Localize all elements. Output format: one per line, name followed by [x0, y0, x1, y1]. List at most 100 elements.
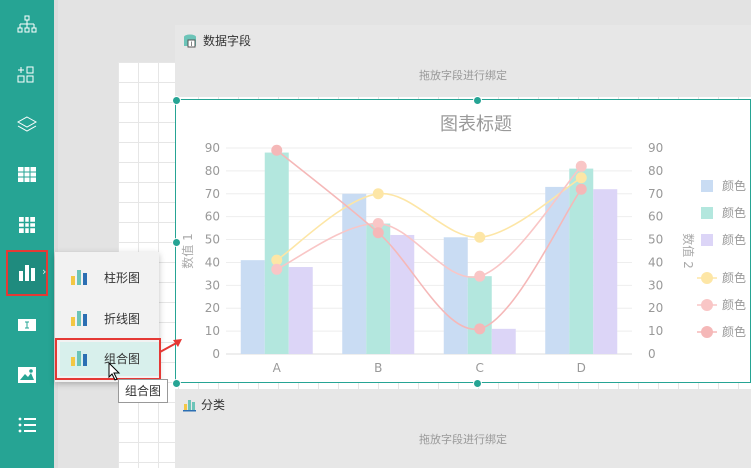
- legend-marker: [701, 326, 713, 338]
- line-point: [575, 160, 587, 172]
- combo-chart: 图表标题 0 0 10 10 20 20 30 30 40 40 50 50 60 60 70 70 80 80 90…: [180, 114, 746, 375]
- category-zone-title: 分类: [201, 398, 226, 412]
- column-chart-icon: [71, 270, 87, 285]
- bar: [342, 193, 367, 354]
- line-point: [575, 172, 587, 184]
- chart-container[interactable]: 图表标题 0 0 10 10 20 20 30 30 40 40 50 50 60 60 70 70 80 80 90…: [175, 99, 751, 383]
- sidebar-item-text-box[interactable]: [0, 300, 54, 350]
- x-tick-label: B: [374, 361, 382, 375]
- line-point: [271, 144, 283, 156]
- menu-label-column: 柱形图: [104, 270, 141, 285]
- legend-label: 颜色: [722, 178, 746, 193]
- y2-axis-label: 数值 2: [681, 233, 696, 268]
- line-point: [474, 323, 486, 335]
- y-tick-label: 70: [205, 187, 220, 201]
- legend-label: 颜色: [722, 324, 746, 339]
- legend-marker: [701, 299, 713, 311]
- grid-add-icon: [17, 66, 34, 83]
- legend-swatch: [701, 180, 713, 192]
- y2-tick-label: 90: [648, 141, 663, 155]
- line-chart-icon: [71, 311, 87, 326]
- y-tick-label: 10: [205, 324, 220, 338]
- submenu-arrow-icon: ›: [42, 265, 47, 278]
- list-icon: [18, 417, 36, 433]
- legend-label: 颜色: [722, 232, 746, 247]
- bar: [240, 260, 265, 354]
- bar: [593, 189, 618, 354]
- table-icon: [18, 167, 36, 182]
- y-tick-label: 50: [205, 233, 220, 247]
- bar: [569, 168, 594, 354]
- y-tick-label: 20: [205, 301, 220, 315]
- legend-swatch: [701, 207, 713, 219]
- data-zone-hint: 拖放字段进行绑定: [419, 69, 507, 82]
- resize-handle-top-left[interactable]: [172, 96, 181, 105]
- resize-handle-top-mid[interactable]: [473, 96, 482, 105]
- data-field-dropzone[interactable]: I 数据字段 拖放字段进行绑定: [175, 25, 751, 97]
- y-tick-label: 0: [212, 347, 220, 361]
- menu-label-line: 折线图: [104, 311, 141, 326]
- chart-title: 图表标题: [440, 114, 512, 135]
- bar: [491, 328, 516, 354]
- menu-item-line-chart[interactable]: 折线图: [70, 301, 164, 335]
- bar: [545, 186, 570, 354]
- x-tick-label: D: [577, 361, 586, 375]
- text-box-icon: [18, 319, 36, 331]
- x-tick-label: C: [476, 361, 484, 375]
- sidebar-item-list[interactable]: [0, 400, 54, 450]
- org-tree-icon: [17, 15, 37, 33]
- resize-handle-mid-left[interactable]: [172, 238, 181, 247]
- line-point: [372, 188, 384, 200]
- bar: [467, 276, 492, 354]
- layers-icon: [17, 116, 37, 132]
- y-tick-label: 90: [205, 141, 220, 155]
- y-axis-label: 数值 1: [180, 233, 195, 268]
- y2-tick-label: 80: [648, 164, 663, 178]
- y2-tick-label: 50: [648, 233, 663, 247]
- bar: [390, 234, 415, 354]
- sidebar-item-grid-add[interactable]: [0, 50, 54, 100]
- line-point: [474, 231, 486, 243]
- image-icon: [18, 367, 36, 383]
- sidebar-item-layers[interactable]: [0, 100, 54, 150]
- legend-swatch: [701, 234, 713, 246]
- database-icon: I: [184, 34, 196, 48]
- x-tick-label: A: [273, 361, 282, 375]
- line-point: [474, 270, 486, 282]
- category-dropzone[interactable]: 分类 拖放字段进行绑定: [175, 389, 751, 468]
- data-zone-title: 数据字段: [203, 34, 252, 48]
- tooltip: 组合图: [118, 379, 169, 403]
- bar: [366, 223, 391, 354]
- series-line: [276, 165, 582, 278]
- y2-tick-label: 70: [648, 187, 663, 201]
- y-tick-label: 60: [205, 210, 220, 224]
- svg-text:I: I: [191, 41, 193, 48]
- y2-tick-label: 60: [648, 210, 663, 224]
- sidebar-item-apps-grid[interactable]: [0, 200, 54, 250]
- sidebar-item-table[interactable]: [0, 150, 54, 200]
- sidebar-item-org-tree[interactable]: [0, 0, 54, 50]
- legend-marker: [701, 272, 713, 284]
- line-point: [271, 263, 283, 275]
- apps-grid-icon: [19, 217, 35, 233]
- y2-tick-label: 10: [648, 324, 663, 338]
- category-icon: [183, 399, 196, 411]
- y-tick-label: 30: [205, 278, 220, 292]
- legend-label: 颜色: [722, 270, 746, 285]
- series-line: [276, 177, 582, 261]
- line-point: [372, 227, 384, 239]
- resize-handle-bottom-left[interactable]: [172, 379, 181, 388]
- bar: [443, 237, 468, 354]
- y2-tick-label: 0: [648, 347, 656, 361]
- y-tick-label: 40: [205, 255, 220, 269]
- y2-tick-label: 30: [648, 278, 663, 292]
- y-tick-label: 80: [205, 164, 220, 178]
- menu-item-column-chart[interactable]: 柱形图: [70, 260, 164, 294]
- resize-handle-bottom-mid[interactable]: [473, 379, 482, 388]
- sidebar-item-image[interactable]: [0, 350, 54, 400]
- line-point: [575, 183, 587, 195]
- legend-label: 颜色: [722, 297, 746, 312]
- category-zone-hint: 拖放字段进行绑定: [419, 433, 507, 446]
- legend-label: 颜色: [722, 205, 746, 220]
- bar-chart-icon: [19, 265, 35, 281]
